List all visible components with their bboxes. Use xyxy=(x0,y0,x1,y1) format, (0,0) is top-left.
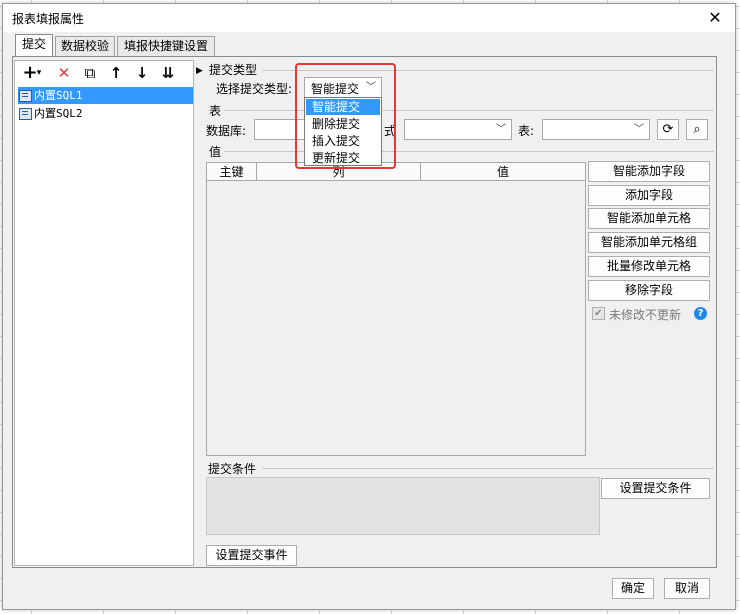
batch-modify-cells-button[interactable]: 批量修改单元格 xyxy=(588,256,710,277)
tree-item-sql2[interactable]: 内置SQL2 xyxy=(18,105,193,122)
no-update-if-unmodified-checkbox[interactable]: ✔ xyxy=(592,307,605,320)
collapse-arrow-icon[interactable]: ▶ xyxy=(196,66,203,76)
database-label: 数据库: xyxy=(206,124,247,138)
cancel-button[interactable]: 取消 xyxy=(664,578,710,599)
move-bottom-icon[interactable]: ⇊ xyxy=(158,63,178,83)
field-mapping-table: 主键 列 值 xyxy=(206,162,586,456)
smart-add-field-button[interactable]: 智能添加字段 xyxy=(588,161,710,182)
add-menu-caret-icon[interactable]: ▾ xyxy=(33,63,45,83)
sql-table-icon xyxy=(19,90,32,102)
tab-shortcut-settings[interactable]: 填报快捷键设置 xyxy=(117,36,215,56)
column-header-value[interactable]: 值 xyxy=(421,163,585,181)
chevron-down-icon[interactable]: ﹀ xyxy=(491,120,511,139)
submit-type-label: 选择提交类型: xyxy=(216,82,293,96)
add-field-button[interactable]: 添加字段 xyxy=(588,185,710,206)
title-bar: 报表填报属性 ✕ xyxy=(3,4,735,32)
tree-item-label: 内置SQL1 xyxy=(34,89,83,102)
column-header-primary-key[interactable]: 主键 xyxy=(207,163,257,181)
annotation-highlight-box xyxy=(295,63,396,169)
tree-item-sql1[interactable]: 内置SQL1 xyxy=(18,87,193,104)
section-divider xyxy=(262,468,714,469)
mode-select[interactable]: ﹀ xyxy=(404,119,512,140)
tab-data-validation[interactable]: 数据校验 xyxy=(55,36,115,56)
tree-item-label: 内置SQL2 xyxy=(34,107,83,120)
sql-list-pane xyxy=(14,60,194,566)
close-icon[interactable]: ✕ xyxy=(705,8,725,27)
help-icon[interactable]: ? xyxy=(694,307,707,320)
smart-add-cell-button[interactable]: 智能添加单元格 xyxy=(588,208,710,229)
tab-submit[interactable]: 提交 xyxy=(15,34,53,57)
set-submit-conditions-button[interactable]: 设置提交条件 xyxy=(601,478,710,499)
no-update-if-unmodified-label: 未修改不更新 xyxy=(609,308,682,322)
sql-table-icon xyxy=(19,108,32,120)
delete-icon[interactable]: ✕ xyxy=(54,63,74,83)
values-section-title: 值 xyxy=(209,145,222,159)
ok-button[interactable]: 确定 xyxy=(612,578,654,599)
set-submit-event-button[interactable]: 设置提交事件 xyxy=(206,545,297,566)
copy-icon[interactable]: ⧉ xyxy=(80,63,100,83)
table-label: 表: xyxy=(518,124,535,138)
submit-conditions-area xyxy=(206,477,600,535)
table-select[interactable]: ﹀ xyxy=(542,119,650,140)
smart-add-cell-group-button[interactable]: 智能添加单元格组 xyxy=(588,232,710,253)
remove-field-button[interactable]: 移除字段 xyxy=(588,280,710,301)
conditions-section-title: 提交条件 xyxy=(208,462,257,476)
move-down-icon[interactable]: ↓ xyxy=(132,63,152,83)
dialog-title: 报表填报属性 xyxy=(12,12,85,26)
chevron-down-icon[interactable]: ﹀ xyxy=(629,120,649,139)
move-up-icon[interactable]: ↑ xyxy=(106,63,126,83)
preview-table-icon[interactable]: ⌕ xyxy=(686,119,708,140)
refresh-icon[interactable]: ⟳ xyxy=(657,119,679,140)
pane-splitter[interactable] xyxy=(195,60,201,566)
submit-type-section-title: 提交类型 xyxy=(209,63,258,77)
table-section-title: 表 xyxy=(209,104,222,118)
